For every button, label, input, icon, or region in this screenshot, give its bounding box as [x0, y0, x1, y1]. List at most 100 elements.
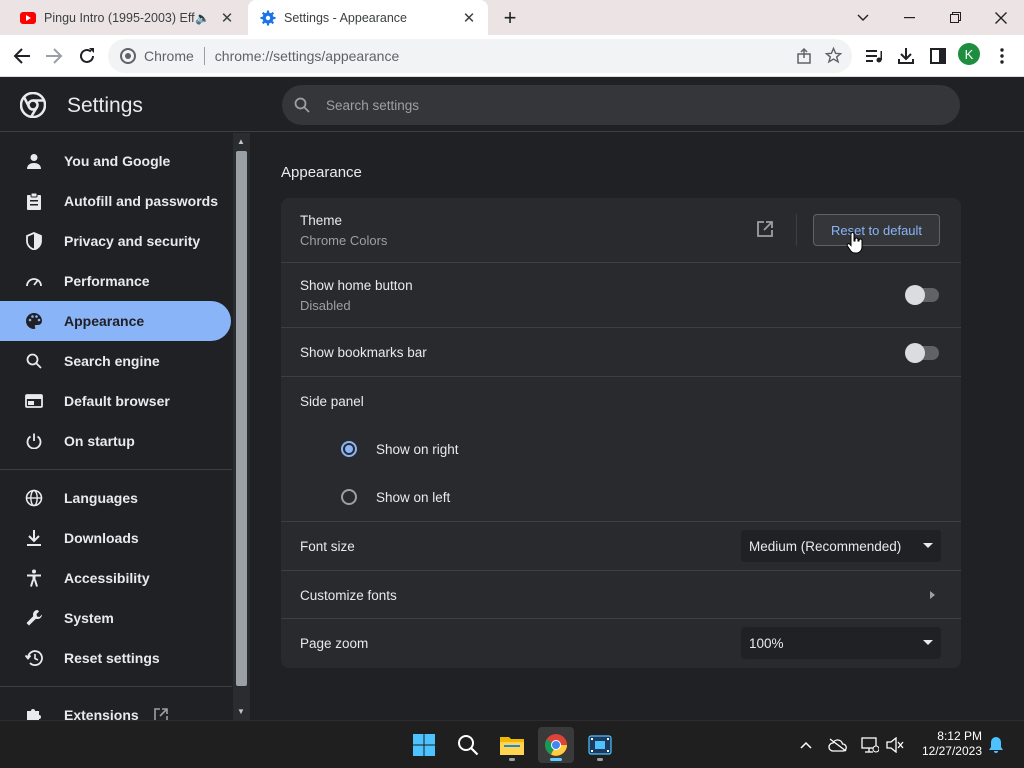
file-explorer-icon[interactable]	[494, 727, 530, 763]
customize-fonts-label: Customize fonts	[300, 588, 397, 603]
sidebar-item-label: Appearance	[64, 313, 145, 329]
theme-value: Chrome Colors	[300, 233, 388, 248]
font-size-select[interactable]: Medium (Recommended)	[741, 530, 941, 562]
radio-label-left[interactable]: Show on left	[376, 490, 450, 505]
history-icon	[24, 648, 44, 668]
gear-icon	[260, 10, 276, 26]
sidebar-item-autofill[interactable]: Autofill and passwords	[0, 181, 231, 221]
settings-header: Settings	[0, 77, 1024, 132]
media-controls-icon[interactable]	[862, 44, 886, 68]
sidebar-divider	[0, 686, 232, 687]
taskbar-search-icon[interactable]	[450, 727, 486, 763]
reset-to-default-button[interactable]: Reset to default	[813, 214, 940, 246]
more-menu-icon[interactable]	[990, 44, 1014, 68]
back-arrow-icon[interactable]	[10, 44, 34, 68]
sidebar-item-reset-settings[interactable]: Reset settings	[0, 638, 231, 678]
notification-bell-icon[interactable]	[986, 735, 1006, 755]
home-button-toggle[interactable]	[905, 285, 939, 305]
site-chip: Chrome	[144, 48, 194, 64]
scroll-down-arrow-icon[interactable]: ▼	[237, 707, 245, 716]
chrome-logo-icon	[19, 91, 47, 119]
sidebar-item-label: Search engine	[64, 353, 160, 369]
sidebar-item-default-browser[interactable]: Default browser	[0, 381, 231, 421]
forward-arrow-icon[interactable]	[42, 44, 66, 68]
sidebar-item-search-engine[interactable]: Search engine	[0, 341, 231, 381]
scroll-up-arrow-icon[interactable]: ▲	[237, 137, 245, 146]
tab-strip: Pingu Intro (1995-2003) Effe 🔈 ✕ Setting…	[0, 0, 1024, 35]
tab-settings[interactable]: Settings - Appearance ✕	[248, 0, 488, 35]
sidebar-item-privacy[interactable]: Privacy and security	[0, 221, 231, 261]
sidebar-item-downloads[interactable]: Downloads	[0, 518, 231, 558]
radio-label-right[interactable]: Show on right	[376, 442, 459, 457]
network-icon[interactable]	[860, 735, 880, 755]
restore-button[interactable]	[932, 0, 978, 35]
section-title: Appearance	[281, 164, 362, 181]
customize-fonts-row[interactable]: Customize fonts	[281, 571, 961, 619]
sidebar-item-languages[interactable]: Languages	[0, 478, 231, 518]
chrome-taskbar-icon[interactable]	[538, 727, 574, 763]
clock-time: 8:12 PM	[937, 729, 982, 743]
page-zoom-select[interactable]: 100%	[741, 627, 941, 659]
power-icon	[24, 431, 44, 451]
external-link-icon[interactable]	[756, 220, 776, 240]
bookmarks-bar-row[interactable]: Show bookmarks bar	[281, 328, 961, 377]
sidebar-item-label: Privacy and security	[64, 233, 201, 249]
speedometer-icon	[24, 271, 44, 291]
side-panel-icon[interactable]	[926, 44, 950, 68]
tab-pingu-video[interactable]: Pingu Intro (1995-2003) Effe 🔈 ✕	[8, 0, 246, 35]
close-window-button[interactable]	[978, 0, 1024, 35]
tab-search-icon[interactable]	[840, 0, 886, 35]
sidebar-item-system[interactable]: System	[0, 598, 231, 638]
download-icon[interactable]	[894, 44, 918, 68]
home-button-value: Disabled	[300, 298, 351, 313]
sidebar-item-label: Performance	[64, 273, 150, 289]
settings-search[interactable]	[282, 85, 960, 125]
sidebar-scrollbar[interactable]: ▲ ▼	[233, 133, 250, 720]
speaker-icon[interactable]: 🔈	[195, 11, 210, 25]
url-text[interactable]: chrome://settings/appearance	[215, 48, 399, 64]
video-editor-icon[interactable]	[582, 727, 618, 763]
profile-avatar[interactable]: K	[958, 43, 980, 65]
sidebar-item-performance[interactable]: Performance	[0, 261, 231, 301]
system-clock[interactable]: 8:12 PM 12/27/2023	[912, 729, 982, 759]
minimize-button[interactable]	[886, 0, 932, 35]
bookmarks-bar-label: Show bookmarks bar	[300, 345, 427, 360]
chrome-icon	[120, 48, 136, 64]
running-indicator	[597, 758, 603, 761]
shield-icon	[24, 231, 44, 251]
sidebar-item-accessibility[interactable]: Accessibility	[0, 558, 231, 598]
scrollbar-thumb[interactable]	[236, 151, 247, 686]
new-tab-button[interactable]: +	[500, 5, 520, 31]
sidebar-item-appearance[interactable]: Appearance	[0, 301, 231, 341]
bookmark-star-icon[interactable]	[825, 47, 842, 64]
globe-icon	[24, 488, 44, 508]
home-button-row[interactable]: Show home button Disabled	[281, 263, 961, 328]
start-button[interactable]	[406, 727, 442, 763]
chevron-right-icon	[930, 591, 935, 599]
active-indicator	[550, 758, 562, 761]
share-icon[interactable]	[796, 48, 812, 64]
side-panel-row: Side panel Show on right Show on left	[281, 377, 961, 522]
windows-taskbar: 8:12 PM 12/27/2023	[0, 720, 1024, 768]
radio-show-on-right[interactable]	[341, 441, 357, 457]
theme-label: Theme	[300, 213, 343, 228]
font-size-value: Medium (Recommended)	[749, 538, 902, 554]
bookmarks-bar-toggle[interactable]	[905, 343, 939, 363]
search-input[interactable]	[326, 97, 886, 113]
radio-show-on-left[interactable]	[341, 489, 357, 505]
sidebar-item-label: On startup	[64, 433, 135, 449]
address-bar[interactable]: Chrome chrome://settings/appearance	[108, 39, 852, 73]
search-icon	[24, 351, 44, 371]
sidebar-item-extensions[interactable]: Extensions	[0, 695, 231, 720]
sidebar-item-on-startup[interactable]: On startup	[0, 421, 231, 461]
volume-muted-icon[interactable]	[885, 735, 905, 755]
onedrive-icon[interactable]	[828, 735, 848, 755]
settings-sidebar: You and Google Autofill and passwords Pr…	[0, 133, 250, 720]
row-separator	[796, 214, 797, 246]
search-icon	[294, 97, 310, 113]
close-tab-icon[interactable]: ✕	[458, 9, 480, 27]
close-tab-icon[interactable]: ✕	[216, 9, 238, 27]
reload-icon[interactable]	[75, 44, 99, 68]
chevron-up-icon[interactable]	[796, 735, 816, 755]
sidebar-item-you-and-google[interactable]: You and Google	[0, 141, 231, 181]
